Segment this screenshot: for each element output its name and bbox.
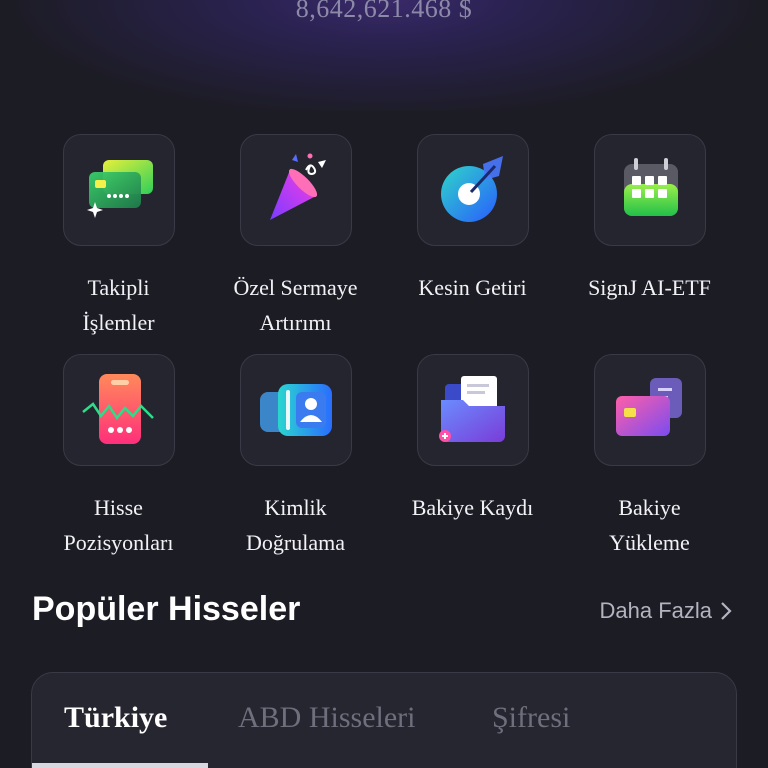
feature-label-line1: Özel Sermaye [233, 275, 358, 300]
feature-label-line1: Kimlik [264, 495, 327, 520]
tab-turkey[interactable]: Türkiye [64, 701, 167, 735]
feature-label-line1: Takipli [87, 275, 150, 300]
feature-copy-trading[interactable]: Takipli İşlemler [30, 134, 207, 354]
balance-amount: 8,642,621.468 $ [295, 0, 473, 23]
feature-identity-verification[interactable]: Kimlik Doğrulama [207, 354, 384, 574]
feature-label-line1: Bakiye [618, 495, 681, 520]
feature-balance-records[interactable]: Bakiye Kaydı [384, 354, 561, 574]
calendar-grid-icon [623, 158, 678, 216]
feature-private-placement[interactable]: Özel Sermaye Artırımı [207, 134, 384, 354]
tab-crypto[interactable]: Şifresi [492, 701, 570, 735]
feature-deposit[interactable]: Bakiye Yükleme [561, 354, 738, 574]
more-link-label: Daha Fazla [599, 598, 712, 623]
feature-label-line2: Yükleme [609, 530, 690, 555]
more-link[interactable]: Daha Fazla [599, 598, 732, 624]
feature-stock-positions[interactable]: Hisse Pozisyonları [30, 354, 207, 574]
active-tab-indicator [32, 763, 208, 768]
party-popper-icon [269, 153, 326, 220]
id-card-icon [259, 384, 332, 436]
feature-grid: Takipli İşlemler Özel Sermaye Artırımı K… [30, 134, 738, 574]
feature-label-line2: Doğrulama [246, 530, 345, 555]
feature-ai-etf[interactable]: SignJ AI-ETF [561, 134, 738, 354]
feature-label-line1: Hisse [94, 495, 143, 520]
feature-label-line1: Kesin Getiri [418, 275, 527, 300]
feature-label-line2: İşlemler [82, 310, 155, 335]
copy-trading-cards-icon [86, 160, 153, 218]
feature-label-line2: Artırımı [259, 310, 332, 335]
popular-stocks-card: Türkiye ABD Hisseleri Şifresi [31, 672, 737, 768]
tab-us-stocks[interactable]: ABD Hisseleri [238, 701, 415, 735]
folder-records-icon [438, 376, 505, 442]
stock-phone-chart-icon [81, 374, 154, 444]
feature-label-line1: SignJ AI-ETF [588, 275, 711, 300]
popular-stocks-title: Popüler Hisseler [32, 590, 301, 628]
chevron-right-icon [721, 602, 732, 620]
feature-guaranteed-return[interactable]: Kesin Getiri [384, 134, 561, 354]
market-tabs: Türkiye ABD Hisseleri Şifresi [32, 673, 738, 768]
feature-label-line1: Bakiye Kaydı [411, 495, 534, 520]
feature-label-line2: Pozisyonları [63, 530, 174, 555]
wallet-card-icon [615, 378, 682, 436]
target-ring-icon [440, 156, 503, 222]
